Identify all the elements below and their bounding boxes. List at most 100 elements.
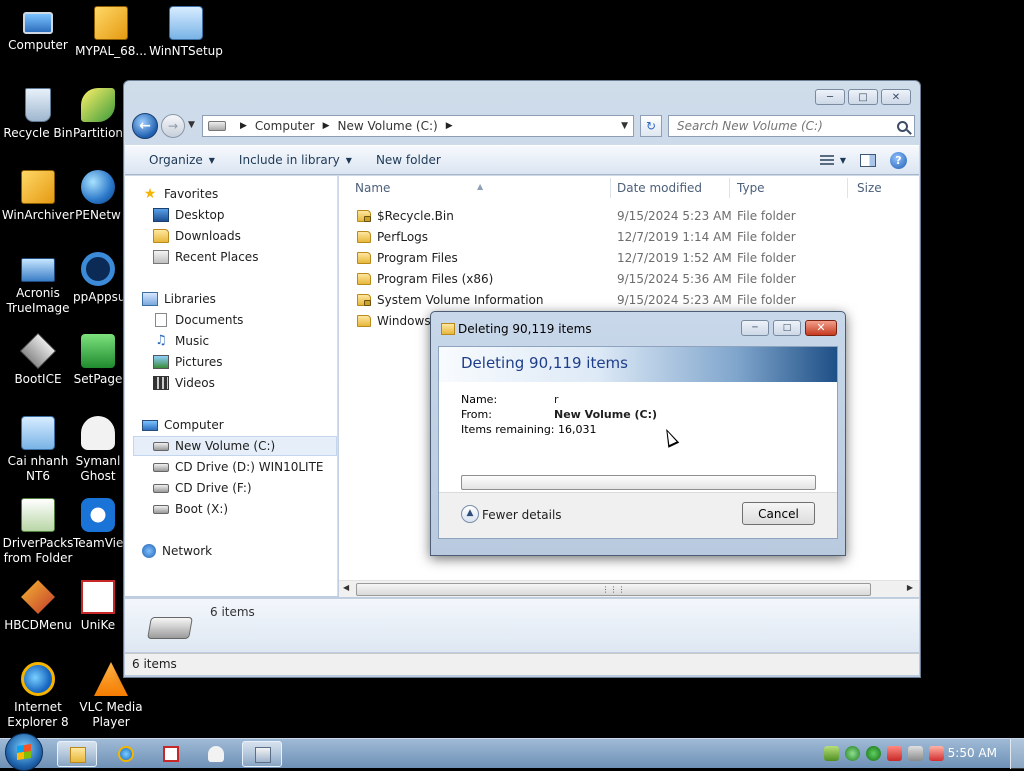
scroll-left-icon[interactable]: ◀ [343,583,349,592]
file-row[interactable]: Program Files (x86) 9/15/2024 5:36 AM Fi… [339,269,919,290]
desktop-icon-penetw[interactable]: PENetw [73,170,123,223]
cancel-button[interactable]: Cancel [742,502,815,525]
help-icon[interactable]: ? [890,151,907,169]
desktop-icon-teamviewer[interactable]: TeamVie [73,498,123,551]
nav-pictures[interactable]: Pictures [153,352,223,372]
taskbar-internet-explorer[interactable] [106,741,146,767]
show-desktop-button[interactable] [1010,739,1024,769]
nav-downloads[interactable]: Downloads [153,226,241,246]
desktop-icon-internet-explorer[interactable]: Internet Explorer 8 [0,662,76,730]
desktop-icon-setpage[interactable]: SetPage [73,334,123,387]
desktop-icon-mypal[interactable]: MYPAL_68... [73,6,149,59]
taskbar-clock[interactable]: 5:50 AM [948,746,997,760]
taskbar-ghost[interactable] [196,741,236,767]
dialog-close-button[interactable]: ✕ [805,320,837,336]
tray-play-icon[interactable] [866,746,881,761]
breadcrumb-drive-c[interactable]: New Volume (C:) [338,119,438,133]
nav-drive-f[interactable]: CD Drive (F:) [153,478,252,498]
desktop-icon-cai-nhanh[interactable]: Cai nhanh NT6 [0,416,76,484]
nav-network[interactable]: Network [142,541,212,561]
column-header-date[interactable]: Date modified [601,176,721,200]
search-icon[interactable] [897,120,908,132]
file-date: 12/7/2019 1:14 AM [617,230,732,244]
scrollbar-thumb[interactable]: ⋮⋮⋮ [356,583,871,596]
file-row[interactable]: Program Files 12/7/2019 1:52 AM File fol… [339,248,919,269]
nav-drive-x[interactable]: Boot (X:) [153,499,228,519]
preview-pane-icon[interactable] [860,153,876,167]
dialog-minimize-button[interactable]: ─ [741,320,769,336]
search-input[interactable] [675,118,885,134]
include-in-library-button[interactable]: Include in library ▼ [227,153,364,167]
desktop-icon-ghost[interactable]: Symanl Ghost [73,416,123,484]
partition-wizard-icon [81,88,115,122]
chevron-right-icon[interactable]: ▶ [323,121,330,131]
scroll-right-icon[interactable]: ▶ [907,583,913,592]
file-date: 9/15/2024 5:23 AM [617,209,732,223]
fewer-details-toggle[interactable]: Fewer details [482,508,562,522]
videos-icon [153,376,169,390]
tray-volume-muted-icon[interactable] [929,746,944,761]
dialog-maximize-button[interactable]: □ [773,320,801,336]
desktop-icon-recycle-bin[interactable]: Recycle Bin [0,88,76,141]
nav-favorites[interactable]: ★ Favorites [142,184,219,204]
nav-drive-c[interactable]: New Volume (C:) [133,436,337,456]
desktop-icon-winarchiver[interactable]: WinArchiver [0,170,76,223]
file-row[interactable]: PerfLogs 12/7/2019 1:14 AM File folder [339,227,919,248]
desktop-icon-ppapps[interactable]: ppAppsu [73,252,123,305]
maximize-button[interactable]: □ [848,89,878,105]
archive-box-icon [94,6,128,40]
refresh-button[interactable]: ↻ [640,115,662,137]
desktop-icon-unikey[interactable]: UniKe [73,580,123,633]
change-view-icon[interactable] [819,154,834,166]
file-row[interactable]: $Recycle.Bin 9/15/2024 5:23 AM File fold… [339,206,919,227]
taskbar-unikey[interactable] [151,741,191,767]
nav-documents[interactable]: Documents [153,310,243,330]
tray-monitor-icon[interactable] [908,746,923,761]
search-box[interactable] [668,115,915,137]
chevron-down-icon[interactable]: ▼ [840,156,846,165]
minimize-button[interactable]: ─ [815,89,845,105]
desktop-icon-winntsetup[interactable]: WinNTSetup [148,6,224,59]
horizontal-scrollbar[interactable]: ◀ ⋮⋮⋮ ▶ [339,580,919,597]
tray-shield-icon[interactable] [845,746,860,761]
chevron-right-icon[interactable]: ▶ [240,121,247,131]
tray-unikey-icon[interactable] [887,746,902,761]
nav-libraries[interactable]: Libraries [142,289,216,309]
desktop-icon-computer[interactable]: Computer [0,6,76,53]
nav-drive-d[interactable]: CD Drive (D:) WIN10LITE [153,457,324,477]
close-button[interactable]: ✕ [881,89,911,105]
column-header-size[interactable]: Size [841,176,901,200]
back-button[interactable]: ← [132,113,158,139]
column-header-type[interactable]: Type [721,176,831,200]
address-bar[interactable]: ▶ Computer ▶ New Volume (C:) ▶ ▼ [202,115,634,137]
nav-desktop[interactable]: Desktop [153,205,225,225]
folder-icon [357,315,371,327]
desktop-icon-hbcdmenu[interactable]: HBCDMenu [0,580,76,633]
details-pane: 6 items [125,598,919,652]
desktop-icon-driverpacks[interactable]: DriverPacks from Folder [0,498,76,566]
desktop-icon-partition[interactable]: Partition [73,88,123,141]
nav-music[interactable]: ♫ Music [153,331,209,351]
chevron-up-icon[interactable]: ▲ [461,505,479,523]
taskbar-explorer[interactable] [57,741,97,767]
forward-button[interactable]: → [161,114,185,138]
chevron-down-icon[interactable]: ▼ [621,121,628,131]
nav-recent-places[interactable]: Recent Places [153,247,258,267]
dialog-window-controls: ─ □ ✕ [741,320,837,336]
winarchiver-icon [21,170,55,204]
taskbar-delete-dialog[interactable] [242,741,282,767]
column-header-name[interactable]: Name ▲ [339,176,595,200]
nav-computer[interactable]: Computer [142,415,224,435]
new-folder-button[interactable]: New folder [364,153,453,167]
tray-network-icon[interactable] [824,746,839,761]
recent-pages-dropdown[interactable]: ▼ [188,120,195,130]
file-row[interactable]: System Volume Information 9/15/2024 5:23… [339,290,919,311]
desktop-icon-acronis[interactable]: Acronis TrueImage [0,252,76,316]
organize-button[interactable]: Organize ▼ [137,153,227,167]
start-button[interactable] [5,733,43,771]
chevron-right-icon[interactable]: ▶ [446,121,453,131]
file-date: 12/7/2019 1:52 AM [617,251,732,265]
breadcrumb-computer[interactable]: Computer [255,119,315,133]
nav-videos[interactable]: Videos [153,373,215,393]
desktop-icon-bootice[interactable]: BootICE [0,332,76,387]
